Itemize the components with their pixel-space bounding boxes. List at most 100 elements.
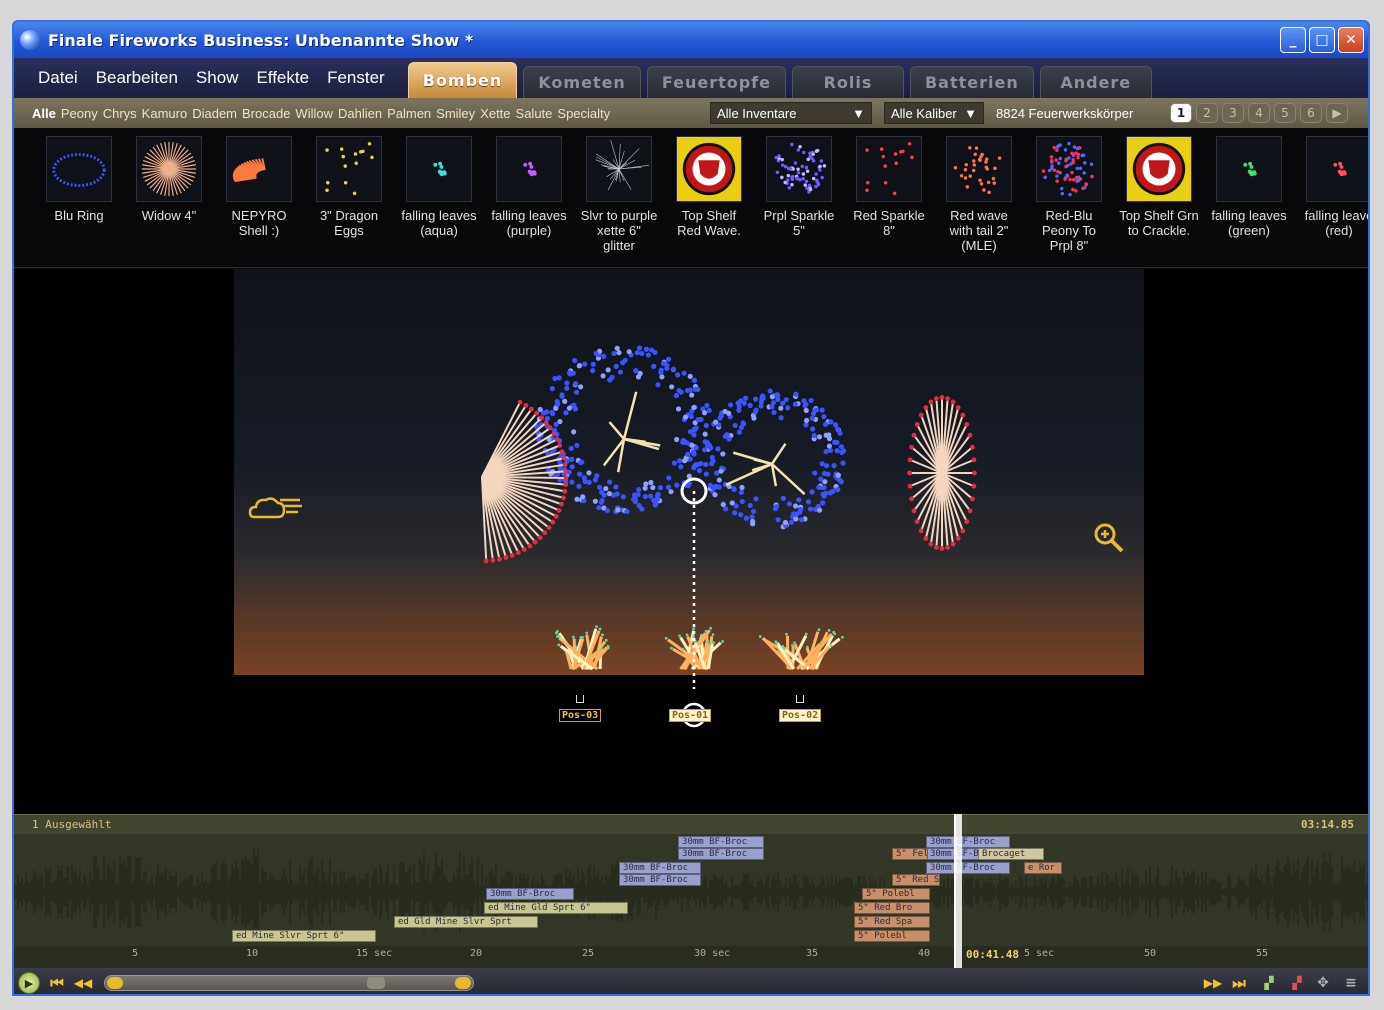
caliber-dropdown[interactable]: Alle Kaliber ▼ xyxy=(884,102,984,124)
play-button[interactable]: ▶ xyxy=(18,972,40,994)
cue-block[interactable]: 30mm BF-Broc xyxy=(926,862,1010,874)
filter-alle[interactable]: Alle xyxy=(32,106,56,121)
cue-block[interactable]: 30mm BF-Broc xyxy=(619,862,701,874)
tab-andere[interactable]: Andere xyxy=(1039,66,1152,98)
filter-dahlien[interactable]: Dahlien xyxy=(338,106,382,121)
effect-thumbnail[interactable] xyxy=(226,136,292,202)
scroll-start-handle[interactable] xyxy=(107,977,123,989)
cue-block[interactable]: 5" Fel xyxy=(892,848,928,860)
filter-chrys[interactable]: Chrys xyxy=(103,106,137,121)
menu-show[interactable]: Show xyxy=(187,68,248,98)
filter-diadem[interactable]: Diadem xyxy=(192,106,237,121)
effect-thumbnail[interactable] xyxy=(46,136,112,202)
filter-smiley[interactable]: Smiley xyxy=(436,106,475,121)
timeline[interactable]: 1 Ausgewählt 03:14.85 30mm BF-Broc 30mm B… xyxy=(14,814,1368,968)
menu-bearbeiten[interactable]: Bearbeiten xyxy=(87,68,187,98)
minimize-button[interactable]: _ xyxy=(1280,27,1306,53)
fast-forward-button[interactable]: ▶▶ xyxy=(1202,972,1224,994)
cue-block[interactable]: 5" Red Bro xyxy=(854,902,930,914)
green-marker-icon[interactable]: ▞ xyxy=(1258,972,1280,994)
position-pos-03[interactable]: Pos-03 xyxy=(559,709,602,722)
stack-icon[interactable]: ≡ xyxy=(1340,972,1362,994)
cloud-wind-icon[interactable] xyxy=(248,493,308,521)
playhead[interactable] xyxy=(954,814,962,968)
cue-block[interactable]: 30mm BF-Broc xyxy=(926,836,1010,848)
cue-block[interactable]: 5" Red Spa xyxy=(854,916,930,928)
effect-thumbnail[interactable] xyxy=(946,136,1012,202)
effect-thumbnail[interactable] xyxy=(586,136,652,202)
effect-item[interactable]: Widow 4" xyxy=(124,128,214,267)
zoom-icon[interactable] xyxy=(1092,521,1126,555)
menu-datei[interactable]: Datei xyxy=(14,68,87,98)
move-icon[interactable]: ✥ xyxy=(1312,972,1334,994)
effect-thumbnail[interactable] xyxy=(406,136,472,202)
position-pos-01[interactable]: Pos-01 xyxy=(669,709,712,722)
effect-thumbnail[interactable] xyxy=(766,136,832,202)
show-preview[interactable]: Pos-03 Pos-01 Pos-02 xyxy=(14,269,1368,814)
tab-batterien[interactable]: Batterien xyxy=(909,66,1034,98)
position-pos-02[interactable]: Pos-02 xyxy=(779,709,822,722)
filter-willow[interactable]: Willow xyxy=(295,106,333,121)
menu-fenster[interactable]: Fenster xyxy=(318,68,394,98)
filter-peony[interactable]: Peony xyxy=(61,106,98,121)
effect-thumbnail[interactable] xyxy=(676,136,742,202)
filter-brocade[interactable]: Brocade xyxy=(242,106,290,121)
cue-block[interactable]: e Ror xyxy=(1024,862,1062,874)
page-5[interactable]: 5 xyxy=(1274,103,1296,123)
effect-item[interactable]: Top Shelf Red Wave. xyxy=(664,128,754,267)
effect-item[interactable]: 3" Dragon Eggs xyxy=(304,128,394,267)
cue-block[interactable]: Brocaget xyxy=(978,848,1044,860)
cue-block[interactable]: ed Gld Mine Slvr Sprt xyxy=(394,916,538,928)
effect-item[interactable]: Red-Blu Peony To Prpl 8" xyxy=(1024,128,1114,267)
scroll-end-handle[interactable] xyxy=(455,977,471,989)
effect-item[interactable]: falling leave (red) xyxy=(1294,128,1368,267)
title-bar[interactable]: Finale Fireworks Business: Unbenannte Sh… xyxy=(14,22,1368,58)
cue-block[interactable]: 30mm BF-Broc xyxy=(619,874,701,886)
effect-thumbnail[interactable] xyxy=(1036,136,1102,202)
page-1[interactable]: 1 xyxy=(1170,103,1192,123)
effect-item[interactable]: Top Shelf Grn to Crackle. xyxy=(1114,128,1204,267)
effect-item[interactable]: falling leaves (green) xyxy=(1204,128,1294,267)
effect-thumbnail[interactable] xyxy=(1306,136,1368,202)
effect-thumbnail[interactable] xyxy=(1126,136,1192,202)
effect-thumbnail[interactable] xyxy=(136,136,202,202)
effect-item[interactable]: falling leaves (aqua) xyxy=(394,128,484,267)
filter-kamuro[interactable]: Kamuro xyxy=(142,106,188,121)
cue-block[interactable]: ed Mine Gld Sprt 6" xyxy=(484,902,628,914)
effect-item[interactable]: Slvr to purple xette 6" glitter xyxy=(574,128,664,267)
effect-item[interactable]: NEPYRO Shell :) xyxy=(214,128,304,267)
cue-block[interactable]: 30mm BF-Broc xyxy=(678,848,764,860)
cue-block[interactable]: 30mm BF-Broc xyxy=(678,836,764,848)
effect-item[interactable]: Prpl Sparkle 5" xyxy=(754,128,844,267)
effect-item[interactable]: Red Sparkle 8" xyxy=(844,128,934,267)
page-3[interactable]: 3 xyxy=(1222,103,1244,123)
next-page-icon[interactable]: ▶ xyxy=(1326,103,1348,123)
tab-feuertopfe[interactable]: Feuertopfe xyxy=(646,66,786,98)
menu-effekte[interactable]: Effekte xyxy=(247,68,318,98)
red-marker-icon[interactable]: ▞ xyxy=(1286,972,1308,994)
effect-item[interactable]: falling leaves (purple) xyxy=(484,128,574,267)
page-6[interactable]: 6 xyxy=(1300,103,1322,123)
skip-end-button[interactable]: ⏭ xyxy=(1228,972,1250,994)
page-4[interactable]: 4 xyxy=(1248,103,1270,123)
tab-rolis[interactable]: Rolis xyxy=(791,66,904,98)
skip-start-button[interactable]: ⏮ xyxy=(46,972,68,994)
effect-item[interactable]: Red wave with tail 2" (MLE) xyxy=(934,128,1024,267)
tab-kometen[interactable]: Kometen xyxy=(523,66,641,98)
rewind-button[interactable]: ◀◀ xyxy=(72,972,94,994)
tab-bomben[interactable]: Bomben xyxy=(407,62,518,98)
cue-block[interactable]: 30mm BF-Broc xyxy=(486,888,574,900)
time-ruler[interactable] xyxy=(14,946,1368,968)
cue-block[interactable]: 5" Red Spk xyxy=(892,874,940,886)
inventory-dropdown[interactable]: Alle Inventare ▼ xyxy=(710,102,872,124)
close-button[interactable]: ✕ xyxy=(1338,27,1364,53)
filter-salute[interactable]: Salute xyxy=(516,106,553,121)
effect-thumbnail[interactable] xyxy=(1216,136,1282,202)
filter-xette[interactable]: Xette xyxy=(480,106,510,121)
scroll-thumb[interactable] xyxy=(367,977,385,989)
effect-thumbnail[interactable] xyxy=(496,136,562,202)
timeline-scrollbar[interactable] xyxy=(104,975,474,991)
effect-item[interactable]: Blu Ring xyxy=(34,128,124,267)
cue-block[interactable]: 5" Polebl xyxy=(854,930,930,942)
effect-thumbnail[interactable] xyxy=(316,136,382,202)
